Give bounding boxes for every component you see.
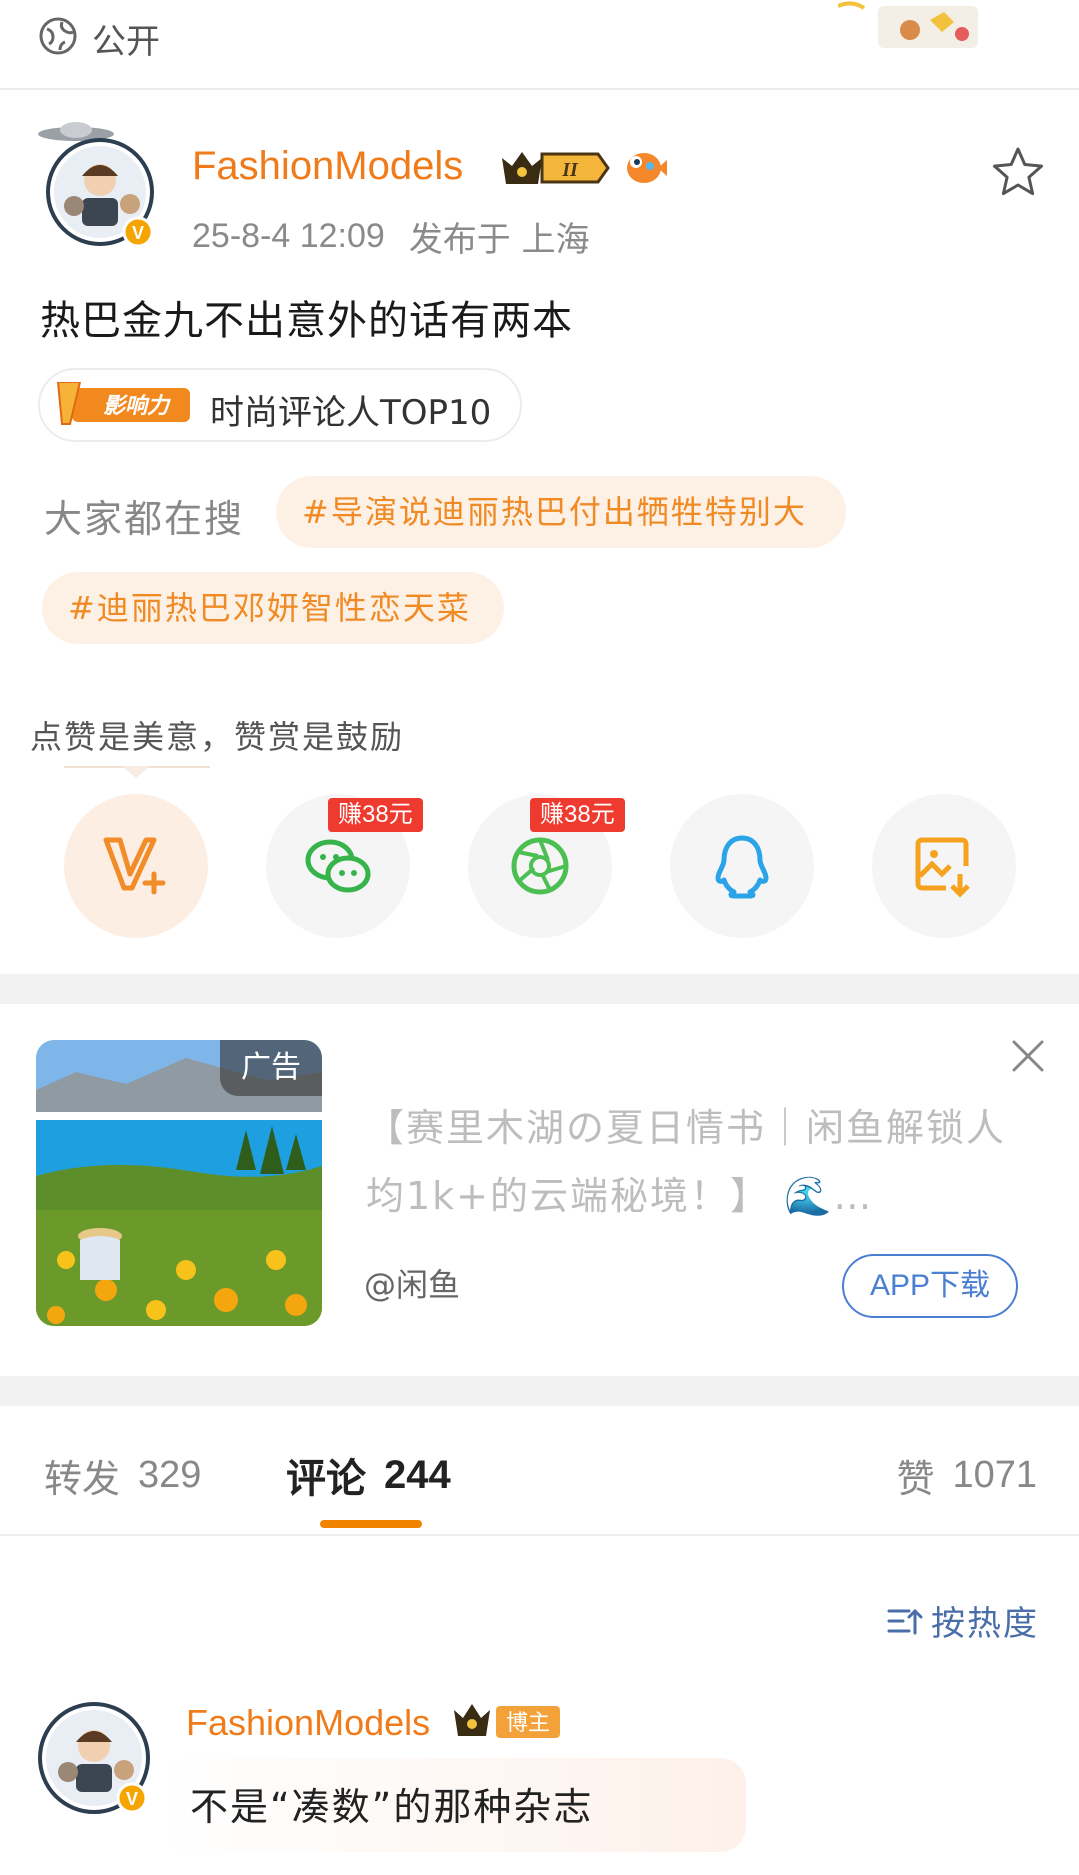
influence-badge-text: 影响力 [103,394,171,419]
wechat-icon [305,839,371,893]
earn-badge: 赚38元 [328,798,423,832]
reward-hint: 点赞是美意，赞赏是鼓励 [30,718,405,756]
tab-repost-label: 转发 [44,1457,121,1501]
blogger-badge-text: 博主 [506,1711,550,1736]
influence-badge: 影响力 [56,381,192,428]
save-image-button[interactable] [872,794,1016,938]
tabs-divider [0,1534,1079,1536]
earn-badge: 赚38元 [530,798,625,832]
post-meta: 25-8-4 12:09 发布于 上海 [192,212,590,261]
sort-icon [887,1608,923,1634]
author-avatar[interactable]: V [36,120,156,248]
tab-comment-count: 244 [384,1452,451,1497]
section-divider [0,974,1079,1004]
globe-icon [38,16,78,56]
ad-title[interactable]: 【赛里木湖の夏日情书｜闲鱼解锁人均1k+的云端秘境！】 🌊… [366,1094,1006,1230]
ad-source: @闲鱼 [364,1266,461,1304]
sort-label: 按热度 [931,1604,1039,1644]
decoration-sticker [837,0,994,55]
tab-like[interactable]: 赞 1071 [896,1448,1037,1503]
hashtag-chip[interactable]: #导演说迪丽热巴付出牺牲特别大 [276,476,846,548]
tab-repost[interactable]: 转发 329 [44,1448,201,1503]
privacy-label[interactable]: 公开 [92,14,160,63]
influence-badge-pill[interactable]: 影响力 时尚评论人TOP10 [38,368,522,442]
post-location: 发布于 上海 [408,220,590,260]
blogger-badge: 博主 [452,1700,562,1744]
app-download-button[interactable]: APP下载 [842,1254,1018,1318]
tab-repost-count: 329 [138,1454,202,1496]
fish-emoji-icon [622,146,668,188]
close-icon[interactable] [1008,1036,1048,1076]
v-plus-icon [103,837,166,895]
moments-aperture-icon [511,837,569,895]
svg-text:V: V [132,223,144,243]
qq-penguin-icon [715,835,769,899]
section-divider [0,1376,1079,1406]
favorite-star-icon[interactable] [992,146,1044,196]
reward-button[interactable] [64,794,208,938]
tab-comment-label: 评论 [286,1456,366,1502]
post-text[interactable]: 热巴金九不出意外的话有两本 [40,288,573,346]
tab-comment[interactable]: 评论 244 [286,1446,451,1504]
comment-text[interactable]: 不是“凑数”的那种杂志 [190,1776,593,1831]
trending-label: 大家都在搜 [44,497,245,541]
hashtag-chip[interactable]: #迪丽热巴邓妍智性恋天菜 [42,572,504,644]
tab-like-label: 赞 [896,1457,935,1501]
author-name[interactable]: FashionModels [192,144,463,189]
influence-rank: 时尚评论人TOP10 [210,393,492,433]
ad-label: 广告 [220,1040,322,1096]
level-badge-text: II [561,159,579,181]
reward-pointer [122,766,150,778]
active-tab-indicator [320,1520,422,1528]
post-time: 25-8-4 12:09 [192,217,385,255]
commenter-avatar[interactable]: V [36,1700,156,1820]
save-image-icon [915,837,970,898]
member-crown-badge[interactable]: II [498,146,610,190]
commenter-name[interactable]: FashionModels [186,1702,430,1744]
share-qq-button[interactable] [670,794,814,938]
sort-button[interactable]: 按热度 [887,1596,1039,1645]
svg-text:V: V [126,1789,138,1809]
tab-like-count: 1071 [952,1454,1037,1496]
